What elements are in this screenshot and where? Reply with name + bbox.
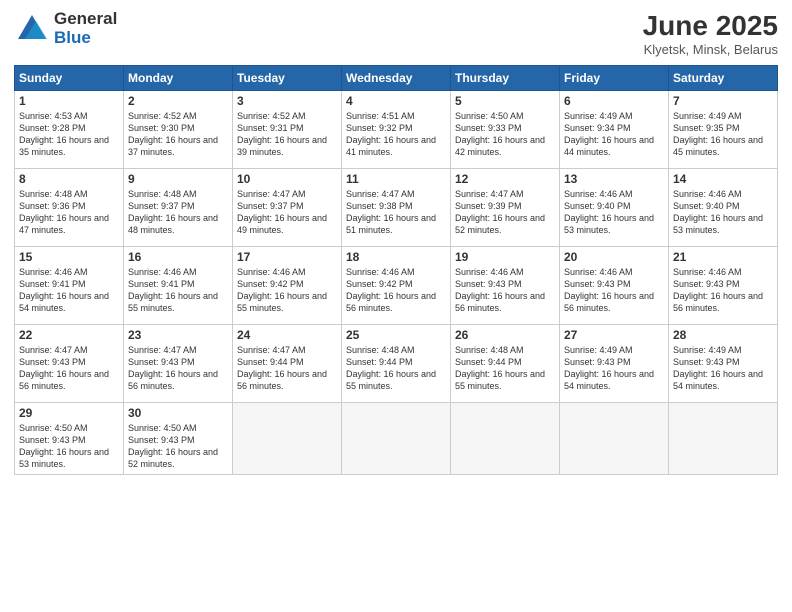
location: Klyetsk, Minsk, Belarus — [643, 42, 778, 57]
table-row: 5Sunrise: 4:50 AMSunset: 9:33 PMDaylight… — [451, 91, 560, 169]
table-row: 17Sunrise: 4:46 AMSunset: 9:42 PMDayligh… — [233, 247, 342, 325]
table-row: 16Sunrise: 4:46 AMSunset: 9:41 PMDayligh… — [124, 247, 233, 325]
table-row: 29Sunrise: 4:50 AMSunset: 9:43 PMDayligh… — [15, 403, 124, 475]
header-saturday: Saturday — [669, 66, 778, 91]
table-row: 25Sunrise: 4:48 AMSunset: 9:44 PMDayligh… — [342, 325, 451, 403]
table-row: 8Sunrise: 4:48 AMSunset: 9:36 PMDaylight… — [15, 169, 124, 247]
table-row: 30Sunrise: 4:50 AMSunset: 9:43 PMDayligh… — [124, 403, 233, 475]
table-row — [451, 403, 560, 475]
header-wednesday: Wednesday — [342, 66, 451, 91]
header: General Blue June 2025 Klyetsk, Minsk, B… — [14, 10, 778, 57]
table-row: 27Sunrise: 4:49 AMSunset: 9:43 PMDayligh… — [560, 325, 669, 403]
header-thursday: Thursday — [451, 66, 560, 91]
logo: General Blue — [14, 10, 117, 47]
table-row: 12Sunrise: 4:47 AMSunset: 9:39 PMDayligh… — [451, 169, 560, 247]
table-row — [233, 403, 342, 475]
table-row: 20Sunrise: 4:46 AMSunset: 9:43 PMDayligh… — [560, 247, 669, 325]
table-row: 7Sunrise: 4:49 AMSunset: 9:35 PMDaylight… — [669, 91, 778, 169]
table-row: 18Sunrise: 4:46 AMSunset: 9:42 PMDayligh… — [342, 247, 451, 325]
page: General Blue June 2025 Klyetsk, Minsk, B… — [0, 0, 792, 612]
logo-text: General Blue — [54, 10, 117, 47]
table-row: 1Sunrise: 4:53 AMSunset: 9:28 PMDaylight… — [15, 91, 124, 169]
table-row: 13Sunrise: 4:46 AMSunset: 9:40 PMDayligh… — [560, 169, 669, 247]
logo-blue: Blue — [54, 29, 117, 48]
calendar-header-row: Sunday Monday Tuesday Wednesday Thursday… — [15, 66, 778, 91]
table-row: 15Sunrise: 4:46 AMSunset: 9:41 PMDayligh… — [15, 247, 124, 325]
header-tuesday: Tuesday — [233, 66, 342, 91]
table-row: 9Sunrise: 4:48 AMSunset: 9:37 PMDaylight… — [124, 169, 233, 247]
table-row: 14Sunrise: 4:46 AMSunset: 9:40 PMDayligh… — [669, 169, 778, 247]
header-sunday: Sunday — [15, 66, 124, 91]
table-row: 26Sunrise: 4:48 AMSunset: 9:44 PMDayligh… — [451, 325, 560, 403]
logo-icon — [14, 11, 50, 47]
table-row: 10Sunrise: 4:47 AMSunset: 9:37 PMDayligh… — [233, 169, 342, 247]
table-row: 28Sunrise: 4:49 AMSunset: 9:43 PMDayligh… — [669, 325, 778, 403]
header-friday: Friday — [560, 66, 669, 91]
table-row: 21Sunrise: 4:46 AMSunset: 9:43 PMDayligh… — [669, 247, 778, 325]
table-row: 4Sunrise: 4:51 AMSunset: 9:32 PMDaylight… — [342, 91, 451, 169]
header-monday: Monday — [124, 66, 233, 91]
title-area: June 2025 Klyetsk, Minsk, Belarus — [643, 10, 778, 57]
month-title: June 2025 — [643, 10, 778, 42]
calendar-table: Sunday Monday Tuesday Wednesday Thursday… — [14, 65, 778, 475]
table-row — [342, 403, 451, 475]
table-row: 19Sunrise: 4:46 AMSunset: 9:43 PMDayligh… — [451, 247, 560, 325]
table-row — [669, 403, 778, 475]
table-row: 24Sunrise: 4:47 AMSunset: 9:44 PMDayligh… — [233, 325, 342, 403]
table-row — [560, 403, 669, 475]
table-row: 2Sunrise: 4:52 AMSunset: 9:30 PMDaylight… — [124, 91, 233, 169]
table-row: 22Sunrise: 4:47 AMSunset: 9:43 PMDayligh… — [15, 325, 124, 403]
table-row: 23Sunrise: 4:47 AMSunset: 9:43 PMDayligh… — [124, 325, 233, 403]
table-row: 6Sunrise: 4:49 AMSunset: 9:34 PMDaylight… — [560, 91, 669, 169]
table-row: 3Sunrise: 4:52 AMSunset: 9:31 PMDaylight… — [233, 91, 342, 169]
table-row: 11Sunrise: 4:47 AMSunset: 9:38 PMDayligh… — [342, 169, 451, 247]
logo-general: General — [54, 10, 117, 29]
